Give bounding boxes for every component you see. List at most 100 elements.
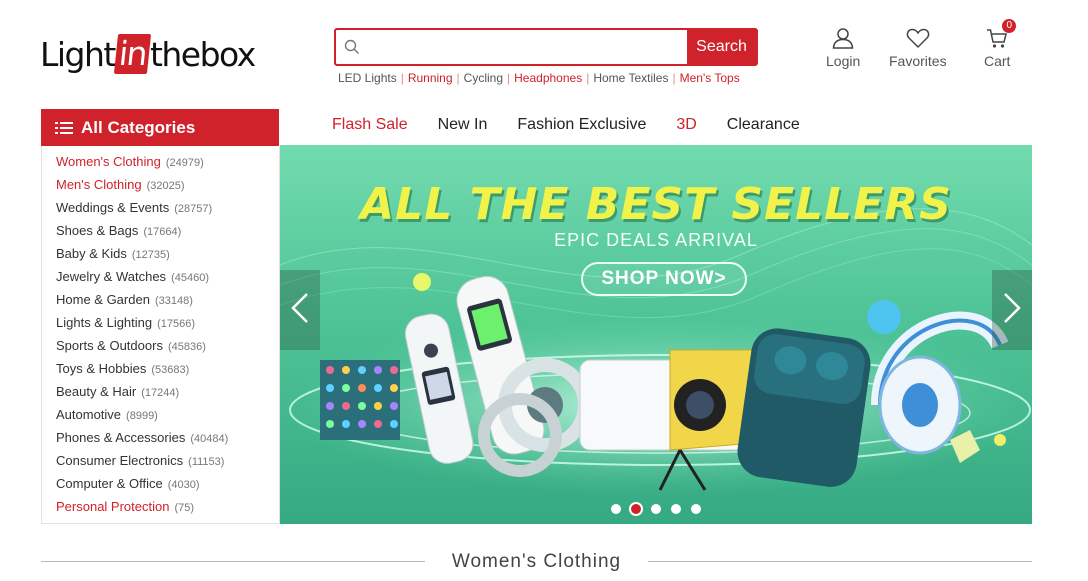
category-item[interactable]: Women's Clothing (24979) (42, 150, 279, 173)
logo-text-prefix: Light (40, 34, 116, 74)
category-name: Beauty & Hair (56, 384, 137, 399)
search-icon (336, 30, 368, 64)
hot-search-link[interactable]: Running (408, 71, 453, 85)
category-name: Automotive (56, 407, 122, 422)
hot-search-separator: | (400, 71, 404, 85)
section-header: Women's Clothing (41, 548, 1032, 574)
category-name: Lights & Lighting (56, 315, 153, 330)
category-name: Shoes & Bags (56, 223, 139, 238)
category-count: (28757) (174, 203, 213, 215)
carousel-dot[interactable] (631, 504, 641, 514)
shop-now-button[interactable]: SHOP NOW> (581, 262, 747, 296)
category-name: Sports & Outdoors (56, 338, 163, 353)
category-count: (4030) (167, 479, 200, 491)
category-count: (17566) (157, 318, 196, 330)
category-list: Women's Clothing (24979) Men's Clothing (32… (41, 146, 280, 524)
category-count: (17664) (143, 226, 182, 238)
category-item[interactable]: Sports & Outdoors (45836) (42, 334, 279, 357)
category-count: (8999) (126, 410, 158, 422)
category-count: (45836) (167, 341, 206, 353)
site-logo[interactable]: Light in thebox (40, 33, 256, 75)
nav-link[interactable]: New In (438, 116, 488, 134)
category-name: Phones & Accessories (56, 430, 186, 445)
hot-search-separator: | (586, 71, 590, 85)
hot-search-separator: | (456, 71, 460, 85)
category-count: (53683) (151, 364, 190, 376)
category-count: (75) (174, 502, 195, 514)
all-categories-header[interactable]: All Categories (41, 109, 279, 146)
favorites-button[interactable]: Favorites (889, 25, 947, 69)
category-name: Home & Garden (56, 292, 150, 307)
category-item[interactable]: Men's Clothing (32025) (42, 173, 279, 196)
category-count: (32025) (146, 180, 185, 192)
category-name: Computer & Office (56, 476, 163, 491)
nav-link[interactable]: Fashion Exclusive (517, 116, 646, 134)
carousel-dot[interactable] (691, 504, 701, 514)
category-item[interactable]: Shoes & Bags (17664) (42, 219, 279, 242)
category-name: Weddings & Events (56, 200, 170, 215)
chevron-left-icon (291, 292, 309, 329)
hot-search-links: LED Lights | Running | Cycling | Headphones | Ho… (338, 71, 740, 85)
carousel-dot[interactable] (651, 504, 661, 514)
user-icon (831, 25, 855, 51)
favorites-label: Favorites (889, 53, 947, 69)
category-name: Baby & Kids (56, 246, 127, 261)
category-item[interactable]: Phones & Accessories (40484) (42, 426, 279, 449)
hot-search-separator: | (507, 71, 511, 85)
category-name: Personal Protection (56, 499, 170, 514)
menu-list-icon (55, 121, 73, 135)
category-item[interactable]: Lights & Lighting (17566) (42, 311, 279, 334)
logo-text-suffix: thebox (149, 34, 256, 74)
heart-icon (906, 25, 930, 51)
category-item[interactable]: Jewelry & Watches (45460) (42, 265, 279, 288)
category-item[interactable]: Consumer Electronics (11153) (42, 449, 279, 472)
nav-link[interactable]: Flash Sale (332, 116, 408, 134)
banner-title: ALL THE BEST SELLERS (360, 179, 952, 230)
banner-next-button[interactable] (992, 270, 1032, 350)
cart-label: Cart (984, 53, 1011, 69)
hot-search-link[interactable]: Cycling (464, 71, 503, 85)
category-item[interactable]: Weddings & Events (28757) (42, 196, 279, 219)
hot-search-link[interactable]: Headphones (514, 71, 582, 85)
category-count: (24979) (165, 157, 204, 169)
logo-text-highlight: in (113, 34, 152, 74)
hot-search-link[interactable]: Men's Tops (680, 71, 740, 85)
category-count: (17244) (141, 387, 180, 399)
category-item[interactable]: Computer & Office (4030) (42, 472, 279, 495)
category-item[interactable]: Home & Garden (33148) (42, 288, 279, 311)
carousel-dot[interactable] (671, 504, 681, 514)
page: Light in thebox Search LED Lights | Running |… (0, 0, 1088, 581)
cart-button[interactable]: 0 Cart (984, 19, 1017, 69)
main-nav: Flash Sale New In Fashion Exclusive 3D Clear… (332, 116, 830, 134)
search-button[interactable]: Search (687, 30, 756, 64)
carousel-pagination (280, 504, 1032, 514)
banner-subtitle: EPIC DEALS ARRIVAL (554, 230, 758, 250)
category-count: (45460) (171, 272, 209, 284)
nav-link[interactable]: Clearance (727, 116, 800, 134)
category-count: (33148) (154, 295, 193, 307)
category-name: Consumer Electronics (56, 453, 184, 468)
category-item[interactable]: Baby & Kids (12735) (42, 242, 279, 265)
hot-search-link[interactable]: Home Textiles (593, 71, 668, 85)
hero-banner[interactable]: ALL THE BEST SELLERS EPIC DEALS ARRIVAL … (280, 145, 1032, 524)
hot-search-separator: | (672, 71, 676, 85)
category-name: Jewelry & Watches (56, 269, 167, 284)
category-name: Men's Clothing (56, 177, 142, 192)
category-item[interactable]: Automotive (8999) (42, 403, 279, 426)
section-title: Women's Clothing (451, 551, 622, 572)
carousel-dot[interactable] (611, 504, 621, 514)
category-count: (40484) (190, 433, 229, 445)
banner-prev-button[interactable] (280, 270, 320, 350)
cart-icon: 0 (986, 19, 1017, 51)
category-item[interactable]: Personal Protection (75) (42, 495, 279, 518)
search-bar: Search (334, 28, 758, 66)
nav-link[interactable]: 3D (676, 116, 696, 134)
category-item[interactable]: Toys & Hobbies (53683) (42, 357, 279, 380)
category-item[interactable]: Beauty & Hair (17244) (42, 380, 279, 403)
login-button[interactable]: Login (826, 25, 860, 69)
hot-search-link[interactable]: LED Lights (338, 71, 397, 85)
search-input[interactable] (368, 30, 687, 64)
category-name: Toys & Hobbies (56, 361, 147, 376)
category-name: Women's Clothing (56, 154, 161, 169)
all-categories-label: All Categories (81, 117, 196, 137)
